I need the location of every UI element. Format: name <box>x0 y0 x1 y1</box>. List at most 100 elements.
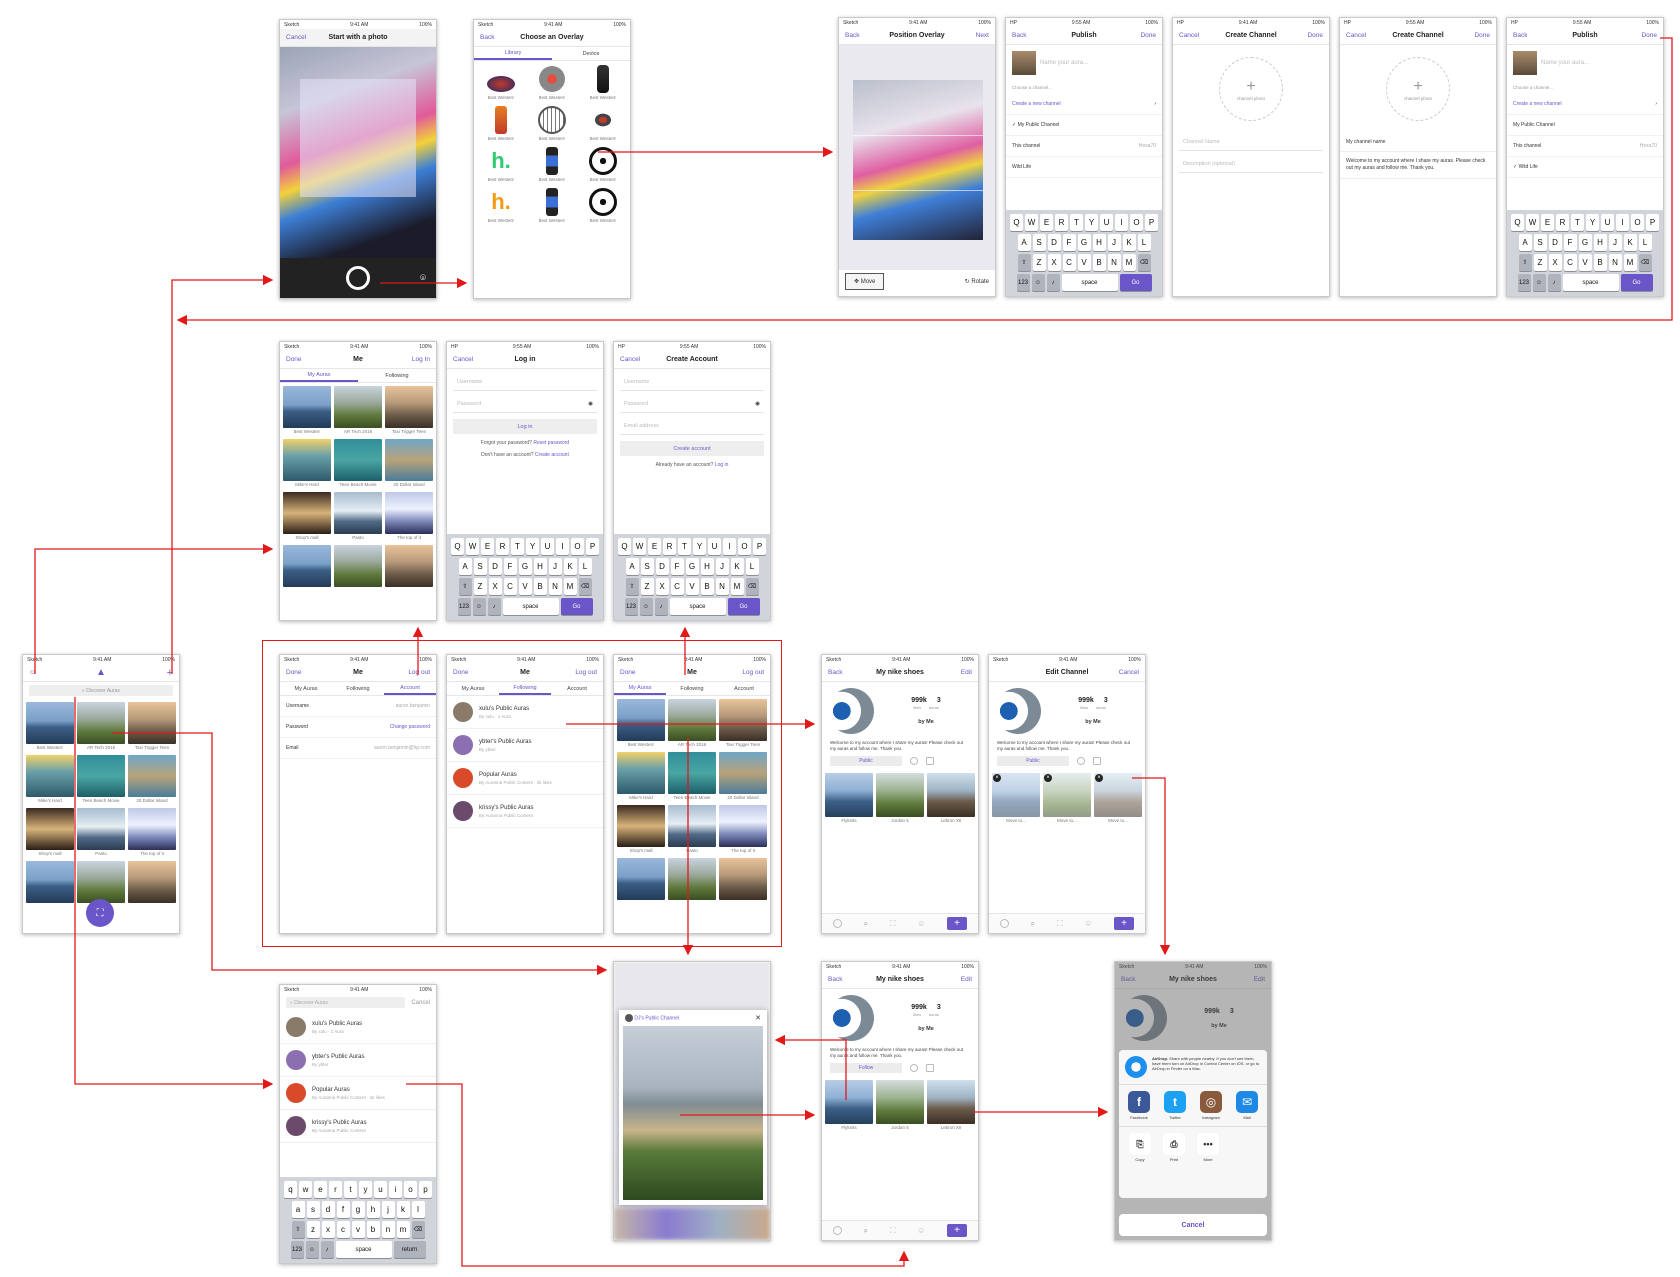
list-item[interactable]: ybter's Public Auras By ybter <box>447 729 603 762</box>
numbers-key[interactable]: 123 <box>624 598 638 615</box>
aura-tile[interactable]: Mike's Hard <box>26 755 74 805</box>
key[interactable]: s <box>306 1201 320 1218</box>
back-button[interactable]: Back <box>1513 32 1539 39</box>
key[interactable]: Q <box>451 538 464 555</box>
back-button[interactable]: Back <box>1012 32 1038 39</box>
numbers-key[interactable]: 123 <box>1016 274 1030 291</box>
aura-tile[interactable]: Taxi Trigger Teen <box>719 699 767 749</box>
key[interactable]: L <box>578 558 592 575</box>
key[interactable]: P <box>1145 214 1158 231</box>
close-icon[interactable]: ✕ <box>755 1014 761 1022</box>
overlay-item[interactable]: Best Western <box>528 105 576 143</box>
share-action[interactable]: ⎙ Print <box>1163 1133 1185 1162</box>
key[interactable]: m <box>396 1221 410 1238</box>
key[interactable]: L <box>745 558 759 575</box>
cancel-button[interactable]: Cancel <box>1113 669 1139 676</box>
key[interactable]: I <box>1115 214 1128 231</box>
emoji-icon[interactable]: ☺ <box>639 598 653 615</box>
key[interactable]: b <box>366 1221 380 1238</box>
key[interactable]: R <box>1556 214 1569 231</box>
key[interactable]: q <box>284 1181 297 1198</box>
share-icon[interactable] <box>1093 757 1101 766</box>
key[interactable]: O <box>571 538 584 555</box>
share-app[interactable]: ✉ Mail <box>1236 1091 1258 1120</box>
key[interactable]: e <box>314 1181 327 1198</box>
key[interactable]: V <box>518 578 532 595</box>
cancel-button[interactable]: Cancel <box>1346 32 1372 39</box>
cancel-button[interactable]: Cancel <box>286 34 312 41</box>
search-input[interactable]: ⌕ Discover Auras <box>286 997 406 1008</box>
key[interactable]: t <box>344 1181 357 1198</box>
channel-avatar[interactable] <box>995 688 1041 734</box>
key[interactable]: y <box>359 1181 372 1198</box>
key[interactable]: A <box>625 558 639 575</box>
search-input[interactable]: ⌕ Discover Auras <box>29 685 173 696</box>
done-button[interactable]: Done <box>286 669 312 676</box>
channel-name-field[interactable]: Channel Name <box>1179 133 1323 151</box>
key[interactable]: M <box>1122 254 1136 271</box>
aura-tile[interactable]: Taxi Trigger Teen <box>385 386 433 436</box>
aura-tile[interactable]: Best Western <box>26 702 74 752</box>
username-field[interactable]: Username <box>620 373 764 391</box>
password-field[interactable]: Password ◉ <box>453 395 597 413</box>
key[interactable]: R <box>496 538 509 555</box>
aura-tile[interactable] <box>128 861 176 903</box>
log-in-link[interactable]: Log in <box>715 462 729 468</box>
done-button[interactable]: Done <box>1130 32 1156 39</box>
key[interactable]: S <box>1533 234 1547 251</box>
delete-key[interactable]: ⌫ <box>745 578 759 595</box>
aura-tile[interactable]: × Move to... <box>1094 773 1142 825</box>
key[interactable]: H <box>1593 234 1607 251</box>
aura-tile[interactable] <box>385 545 433 587</box>
key[interactable]: G <box>685 558 699 575</box>
aura-tile[interactable]: AR Tech 2016 <box>77 702 125 752</box>
key[interactable]: i <box>389 1181 402 1198</box>
key[interactable]: U <box>541 538 554 555</box>
share-app[interactable]: t Twitter <box>1164 1091 1186 1120</box>
microphone-icon[interactable]: ♪ <box>1046 274 1060 291</box>
space-key[interactable]: space <box>335 1241 392 1258</box>
key[interactable]: E <box>481 538 494 555</box>
done-button[interactable]: Done <box>620 669 646 676</box>
key[interactable]: x <box>321 1221 335 1238</box>
go-key[interactable]: Go <box>560 598 593 615</box>
overlay-item[interactable]: h. Best Western <box>477 187 525 225</box>
overlay-item[interactable]: Best Western <box>528 187 576 225</box>
aura-tile[interactable]: The top of it <box>128 808 176 858</box>
key[interactable]: G <box>1578 234 1592 251</box>
microphone-icon[interactable]: ♪ <box>654 598 668 615</box>
key[interactable]: T <box>511 538 524 555</box>
space-key[interactable]: space <box>1562 274 1619 291</box>
key[interactable]: W <box>466 538 479 555</box>
heart-icon[interactable] <box>910 1064 918 1073</box>
log-in-button[interactable]: Log In <box>404 356 430 363</box>
aura-tile[interactable]: Pasto <box>668 805 716 855</box>
heart-icon[interactable] <box>1077 757 1085 766</box>
key[interactable]: O <box>738 538 751 555</box>
key[interactable]: M <box>563 578 577 595</box>
shift-key[interactable]: ⇧ <box>291 1221 305 1238</box>
scan-button[interactable]: ⛶ <box>86 899 114 927</box>
share-action[interactable]: ⎘ Copy <box>1129 1133 1151 1162</box>
key[interactable]: Y <box>1586 214 1599 231</box>
done-button[interactable]: Done <box>286 356 312 363</box>
key[interactable]: W <box>1526 214 1539 231</box>
scan-icon[interactable]: ⛶ <box>890 1226 896 1236</box>
compass-icon[interactable] <box>999 919 1009 928</box>
microphone-icon[interactable]: ♪ <box>487 598 501 615</box>
aura-tile[interactable]: Shop's mall <box>283 492 331 542</box>
move-to-button[interactable]: Move to... <box>1057 818 1077 825</box>
key[interactable]: O <box>1130 214 1143 231</box>
follow-button[interactable]: Follow <box>830 1063 902 1074</box>
channel-description-field[interactable]: Description (optional) <box>1179 155 1323 173</box>
channel-option[interactable]: Wild Life <box>1006 157 1162 178</box>
key[interactable]: a <box>291 1201 305 1218</box>
aura-tile[interactable]: Pasto <box>334 492 382 542</box>
key[interactable]: D <box>1047 234 1061 251</box>
cancel-button[interactable]: Cancel <box>453 356 479 363</box>
aura-tile[interactable]: 20 Dollar Island <box>385 439 433 489</box>
key[interactable]: D <box>655 558 669 575</box>
key[interactable]: z <box>306 1221 320 1238</box>
key[interactable]: Z <box>1032 254 1046 271</box>
space-key[interactable]: space <box>502 598 559 615</box>
